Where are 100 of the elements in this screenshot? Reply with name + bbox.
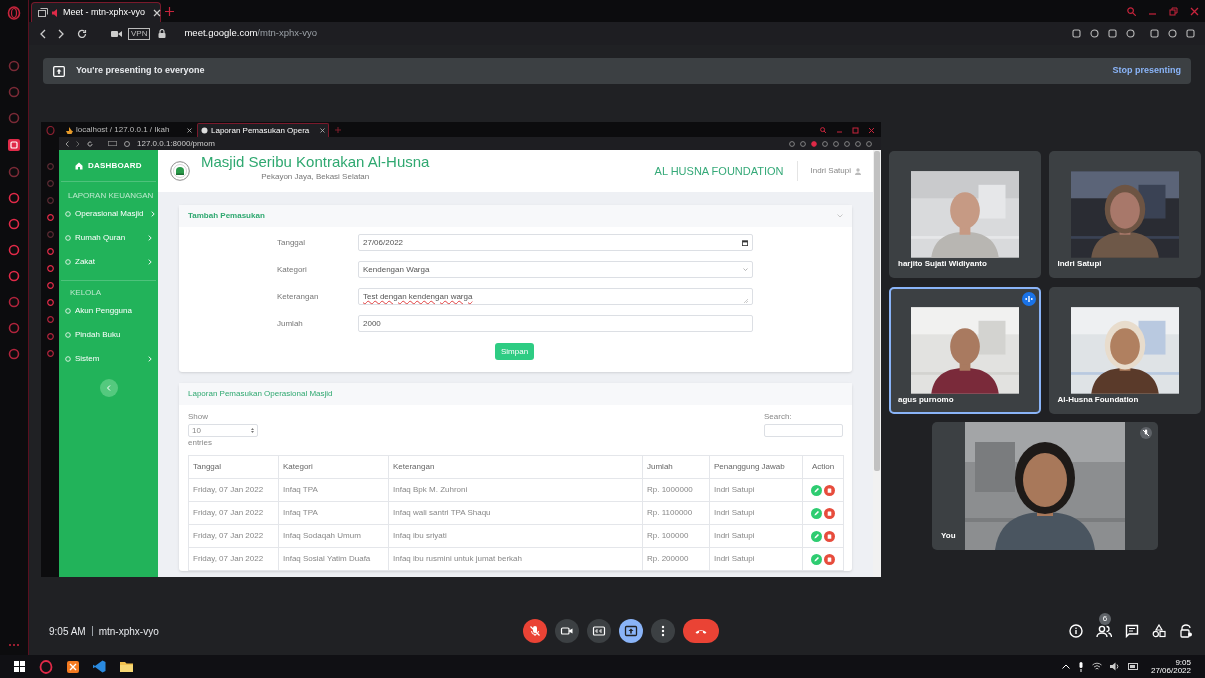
- chevron-down-icon: [743, 268, 748, 271]
- field-label: Jumlah: [277, 317, 304, 330]
- camera-button[interactable]: [555, 619, 579, 643]
- table-cell: Friday, 07 Jan 2022: [188, 501, 279, 525]
- folder-icon[interactable]: [120, 661, 133, 672]
- globe-icon: [201, 127, 208, 134]
- search-icon[interactable]: [820, 127, 827, 134]
- chat-icon[interactable]: [1125, 624, 1139, 638]
- column-header[interactable]: Penanggung Jawab: [709, 455, 803, 479]
- tab-title: localhost / 127.0.0.1 / Ikah: [76, 126, 170, 134]
- table-cell: Rp. 200000: [642, 547, 710, 571]
- present-button[interactable]: [619, 619, 643, 643]
- table-cell: Infaq Sodaqah Umum: [278, 524, 389, 548]
- scrollbar-thumb[interactable]: [874, 151, 880, 471]
- app-shortcut-icon: [46, 265, 54, 272]
- ship-icon: [66, 126, 73, 134]
- app-shortcut-icon: [46, 299, 54, 306]
- table-cell: Rp. 100000: [642, 524, 710, 548]
- clock[interactable]: 9:05 27/06/2022: [1150, 658, 1191, 675]
- lock-person-icon[interactable]: [1179, 624, 1193, 638]
- shapes-icon[interactable]: [1152, 624, 1166, 638]
- date-field[interactable]: 27/06/2022: [358, 234, 753, 251]
- participant-name: Indri Satupi: [1057, 258, 1102, 270]
- entries-label: entries: [188, 437, 213, 449]
- mosque-logo-icon: [170, 161, 190, 181]
- info-icon[interactable]: [1069, 624, 1083, 638]
- back-icon[interactable]: [65, 140, 69, 147]
- app-shortcut-icon[interactable]: [7, 138, 21, 152]
- input-field[interactable]: 2000: [358, 315, 753, 332]
- new-tab-icon[interactable]: [165, 7, 174, 16]
- camera-icon[interactable]: [111, 29, 122, 38]
- stop-presenting-link[interactable]: Stop presenting: [1112, 64, 1181, 78]
- column-header[interactable]: Jumlah: [642, 455, 710, 479]
- column-header[interactable]: Kategori: [278, 455, 389, 479]
- delete-button-icon[interactable]: [824, 507, 835, 519]
- participant-name: agus purnomo: [898, 394, 954, 406]
- wifi-icon[interactable]: [1091, 662, 1102, 671]
- browser-tab[interactable]: Laporan Pemasukan Opera: [197, 123, 329, 137]
- microphone-button[interactable]: [523, 619, 547, 643]
- user-name[interactable]: Indri Satupi: [810, 165, 851, 177]
- participant-name: harjito Sujati Widiyanto: [898, 258, 987, 270]
- volume-icon[interactable]: [1109, 662, 1120, 671]
- scrollbar[interactable]: [873, 150, 881, 577]
- table-cell: Friday, 07 Jan 2022: [188, 524, 279, 548]
- browser-tab[interactable]: Meet - mtn-xphx-vyo: [31, 2, 161, 22]
- resize-handle-icon[interactable]: [744, 299, 748, 303]
- address-field[interactable]: meet.google.com/mtn-xphx-vyo: [184, 26, 317, 41]
- restore-icon[interactable]: [1169, 7, 1178, 16]
- opera-app-icon[interactable]: [39, 659, 53, 674]
- restore-icon[interactable]: [852, 127, 859, 134]
- opera-logo-icon[interactable]: [7, 6, 21, 20]
- menu-item-icon: [65, 235, 71, 241]
- microphone-icon[interactable]: [1077, 661, 1084, 672]
- code-editor-icon[interactable]: [93, 660, 106, 673]
- windows-start-icon[interactable]: [14, 661, 25, 672]
- vpn-badge[interactable]: VPN: [128, 27, 151, 40]
- delete-button-icon[interactable]: [824, 530, 835, 542]
- home-icon: [75, 161, 83, 170]
- table-cell: Infaq wali santri TPA Shaqu: [388, 501, 643, 525]
- tab-title: Laporan Pemasukan Opera: [211, 126, 310, 135]
- app-shortcut-icon: [46, 350, 54, 357]
- close-icon[interactable]: [320, 128, 325, 133]
- address-field[interactable]: 127.0.0.1:8000/pmom: [137, 139, 215, 148]
- present-screen-icon: [53, 65, 65, 77]
- table-cell: Infaq TPA: [278, 478, 389, 502]
- user-icon: [855, 167, 861, 175]
- battery-icon[interactable]: [1127, 663, 1139, 670]
- browser-tab[interactable]: localhost / 127.0.0.1 / Ikah: [63, 123, 195, 137]
- more-dots-icon[interactable]: [8, 643, 20, 647]
- delete-button-icon[interactable]: [824, 484, 835, 496]
- back-icon[interactable]: [39, 28, 46, 39]
- meeting-time: 9:05 AM: [49, 624, 86, 639]
- menu-item-icon: [65, 308, 71, 314]
- chevron-up-icon[interactable]: [1061, 664, 1070, 669]
- close-icon[interactable]: [187, 127, 192, 133]
- leave-call-button[interactable]: [683, 619, 719, 643]
- people-icon[interactable]: [1096, 624, 1112, 638]
- more-options-button[interactable]: [651, 619, 675, 643]
- reload-icon[interactable]: [77, 28, 87, 39]
- column-header[interactable]: Action: [802, 455, 844, 479]
- table-cell: Indri Satupi: [709, 547, 803, 571]
- input-field[interactable]: Test dengan kendengan warga: [358, 288, 753, 305]
- app-shortcut-icon: [46, 316, 54, 323]
- table-cell: Indri Satupi: [709, 478, 803, 502]
- app-shortcut-icon: [46, 282, 54, 289]
- table-cell: Friday, 07 Jan 2022: [188, 547, 279, 571]
- search-field[interactable]: [764, 424, 843, 437]
- app-shortcut-icon: [46, 214, 54, 221]
- search-icon[interactable]: [1127, 7, 1136, 16]
- field-label: Kategori: [277, 263, 308, 276]
- delete-button-icon[interactable]: [824, 553, 835, 565]
- dropdown[interactable]: Kendengan Warga: [358, 261, 753, 278]
- site-title: Masjid Seribu Kontrakan Al-Husna: [201, 153, 430, 171]
- globe-icon: [124, 140, 130, 147]
- calendar-icon[interactable]: [742, 239, 748, 246]
- cross-app-icon[interactable]: [67, 660, 79, 673]
- column-header[interactable]: Keterangan: [388, 455, 643, 479]
- captions-button[interactable]: [587, 619, 611, 643]
- page-size-dropdown[interactable]: 10: [188, 424, 258, 437]
- column-header[interactable]: Tanggal: [188, 455, 279, 479]
